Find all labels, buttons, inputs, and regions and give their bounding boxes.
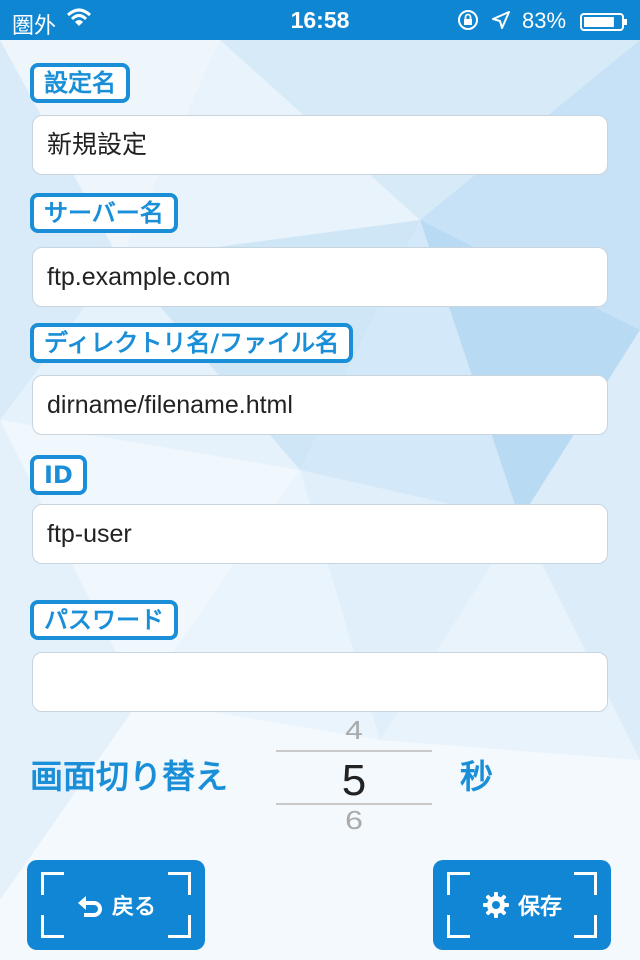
server-name-input[interactable]: ftp.example.com xyxy=(32,247,608,307)
battery-percent: 83% xyxy=(522,8,567,33)
picker-prev-value[interactable]: 4 xyxy=(276,716,432,746)
back-arrow-icon xyxy=(76,893,104,917)
picker-divider-bottom xyxy=(276,803,432,805)
picker-divider-top xyxy=(276,750,432,752)
server-name-label: サーバー名 xyxy=(30,193,178,233)
picker-next-value[interactable]: 6 xyxy=(276,806,432,836)
setting-name-input[interactable]: 新規設定 xyxy=(32,115,608,175)
user-id-label: ID xyxy=(30,455,87,495)
password-label: パスワード xyxy=(30,600,178,640)
back-button[interactable]: 戻る xyxy=(27,860,205,950)
gear-icon xyxy=(482,891,510,919)
setting-name-label: 設定名 xyxy=(30,63,130,103)
save-button-label: 保存 xyxy=(517,895,562,920)
seconds-unit-label: 秒 xyxy=(460,757,493,796)
password-input[interactable] xyxy=(32,652,608,712)
picker-selected-value[interactable]: 5 xyxy=(276,756,432,806)
settings-form: 設定名 新規設定 サーバー名 ftp.example.com ディレクトリ名/フ… xyxy=(0,0,640,960)
path-label: ディレクトリ名/ファイル名 xyxy=(30,323,354,363)
battery-icon xyxy=(580,11,628,31)
back-button-label: 戻る xyxy=(111,895,156,920)
screen-switch-label: 画面切り替え xyxy=(30,757,228,796)
save-button[interactable]: 保存 xyxy=(433,860,611,950)
status-bar: 圏外 16:58 83% xyxy=(0,0,640,40)
interval-picker[interactable]: 4 5 6 xyxy=(276,712,432,838)
location-arrow-icon xyxy=(490,9,512,37)
path-input[interactable]: dirname/filename.html xyxy=(32,375,608,435)
orientation-lock-icon xyxy=(456,8,480,38)
user-id-input[interactable]: ftp-user xyxy=(32,504,608,564)
